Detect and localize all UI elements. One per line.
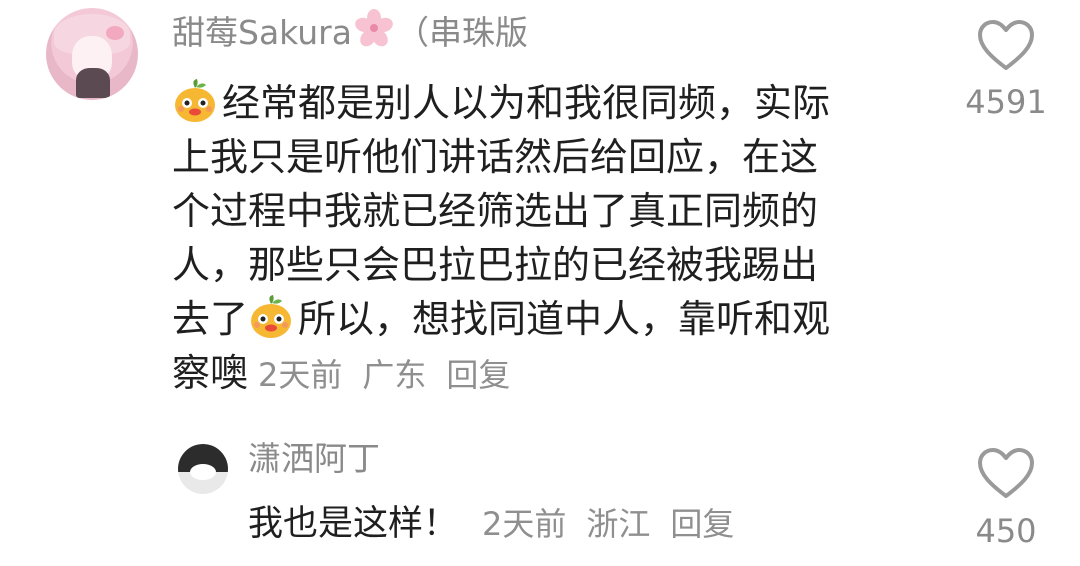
reply-time: 2天前 xyxy=(482,505,567,543)
commenter-username[interactable]: 甜莓Sakura （串珠版 xyxy=(172,8,528,53)
reply-content: 我也是这样！ xyxy=(248,504,459,544)
comment-meta: 2天前 广东 回复 xyxy=(258,356,530,394)
comment-line: 察噢 2天前 广东 回复 xyxy=(172,346,902,402)
reply-location: 浙江 xyxy=(586,505,651,543)
avatar-face xyxy=(190,464,216,480)
reply-button[interactable]: 回复 xyxy=(670,505,734,543)
comment-time: 2天前 xyxy=(258,356,343,394)
avatar-bow xyxy=(106,26,124,40)
orange-face-emoji xyxy=(251,295,292,338)
comment-line: 经常都是别人以为和我很同频，实际 xyxy=(172,76,902,130)
comment-line: 上我只是听他们讲话然后给回应，在这 xyxy=(172,135,819,179)
avatar-accessory xyxy=(76,68,110,98)
username-suffix: （串珠版 xyxy=(395,13,528,52)
comment-line: 去了 所以，想找同道中人，靠听和观 xyxy=(172,292,902,346)
reply-meta: 2天前 浙江 回复 xyxy=(482,505,754,543)
replier-avatar[interactable] xyxy=(178,444,228,494)
reply-text: 我也是这样！ 2天前 浙江 回复 xyxy=(248,500,754,548)
heart-outline-icon[interactable] xyxy=(976,18,1036,74)
comment-line: 个过程中我就已经筛选出了真正同频的 xyxy=(172,189,819,233)
heart-outline-icon[interactable] xyxy=(976,446,1036,502)
comment-line: 人，那些只会巴拉巴拉的已经被我踢出 xyxy=(172,243,819,287)
replier-username[interactable]: 潇洒阿丁 xyxy=(248,439,380,479)
reply-button[interactable]: 回复 xyxy=(446,356,510,394)
like-count: 4591 xyxy=(965,83,1047,121)
comment-location: 广东 xyxy=(362,356,427,394)
commenter-avatar[interactable] xyxy=(46,8,138,100)
orange-face-emoji xyxy=(175,79,215,122)
cherry-blossom-icon xyxy=(355,9,393,47)
username-text: 甜莓Sakura xyxy=(172,13,352,52)
like-count: 450 xyxy=(975,512,1037,550)
comment-text: 经常都是别人以为和我很同频，实际 上我只是听他们讲话然后给回应，在这 个过程中我… xyxy=(172,76,902,402)
